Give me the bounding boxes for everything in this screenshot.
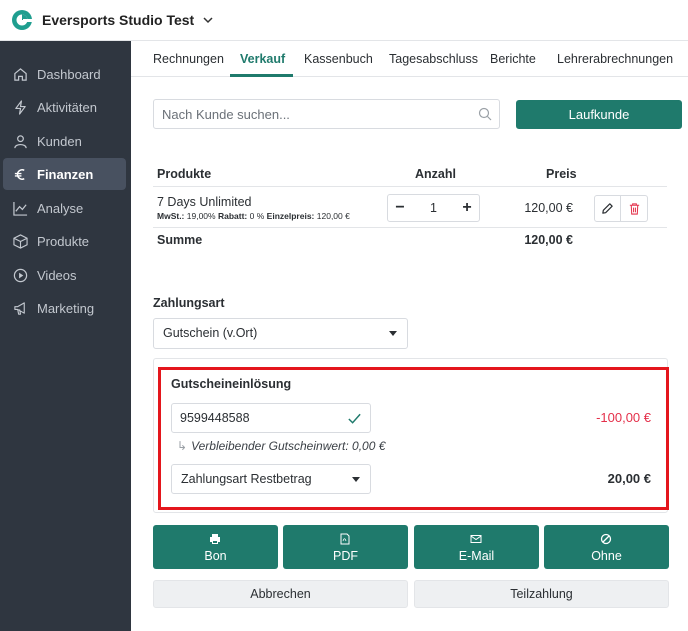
walk-in-customer-button[interactable]: Laufkunde: [516, 100, 682, 129]
pdf-icon: [340, 533, 350, 545]
payment-method-select[interactable]: Gutschein (v.Ort): [153, 318, 408, 349]
main-content: Rechnungen Verkauf Kassenbuch Tagesabsch…: [131, 41, 688, 631]
tab-tagesabschluss[interactable]: Tagesabschluss: [389, 41, 478, 77]
unit-price-value: 120,00 €: [316, 211, 350, 221]
play-icon: [13, 268, 28, 282]
sum-value: 120,00 €: [524, 233, 573, 247]
sidebar-item-marketing[interactable]: Marketing: [3, 292, 126, 324]
voucher-highlight-frame: [158, 367, 669, 510]
edit-row-button[interactable]: [594, 195, 621, 222]
sidebar-item-label: Marketing: [37, 300, 95, 316]
user-icon: [14, 134, 27, 148]
pdf-button[interactable]: PDF: [283, 525, 408, 569]
sidebar-item-aktivitaeten[interactable]: Aktivitäten: [3, 91, 126, 123]
no-entry-icon: [600, 533, 612, 545]
product-name: 7 Days Unlimited: [157, 195, 252, 209]
euro-icon: [14, 168, 25, 180]
column-header-product: Produkte: [157, 167, 212, 181]
sidebar-item-analyse[interactable]: Analyse: [3, 192, 126, 224]
sidebar-item-finanzen[interactable]: Finanzen: [3, 158, 126, 190]
decrease-quantity-button[interactable]: −: [388, 195, 412, 221]
sum-label: Summe: [157, 233, 203, 247]
sidebar-item-label: Videos: [37, 267, 77, 283]
payment-method-value: Gutschein (v.Ort): [163, 326, 258, 340]
payment-method-label: Zahlungsart: [153, 296, 225, 310]
cancel-button[interactable]: Abbrechen: [153, 580, 408, 608]
unit-price-label: Einzelpreis:: [266, 211, 315, 221]
vat-label: MwSt.:: [157, 211, 185, 221]
quantity-value[interactable]: 1: [412, 195, 455, 221]
product-meta: MwSt.: 19,00% Rabatt: 0 % Einzelpreis: 1…: [157, 211, 350, 221]
sidebar-item-label: Analyse: [37, 200, 84, 216]
row-price: 120,00 €: [524, 201, 573, 215]
tab-berichte[interactable]: Berichte: [490, 41, 536, 77]
column-header-quantity: Anzahl: [415, 167, 456, 181]
receipt-button-label: Bon: [204, 549, 227, 563]
sidebar-item-dashboard[interactable]: Dashboard: [3, 58, 126, 90]
sidebar: Dashboard Aktivitäten Kunden Finanzen An…: [0, 41, 131, 631]
discount-label: Rabatt:: [217, 211, 248, 221]
printer-icon: [210, 534, 220, 544]
studio-name[interactable]: Eversports Studio Test: [42, 12, 194, 28]
megaphone-icon: [14, 301, 25, 315]
sidebar-item-produkte[interactable]: Produkte: [3, 225, 126, 257]
tab-kassenbuch[interactable]: Kassenbuch: [304, 41, 373, 77]
customer-search: [153, 99, 500, 129]
caret-down-icon: [389, 331, 397, 336]
tab-bar: Rechnungen Verkauf Kassenbuch Tagesabsch…: [131, 41, 688, 77]
email-button-label: E-Mail: [458, 549, 495, 563]
sidebar-item-label: Finanzen: [37, 166, 94, 182]
vat-value: 19,00%: [186, 211, 216, 221]
tab-rechnungen[interactable]: Rechnungen: [153, 41, 224, 77]
home-icon: [14, 67, 27, 81]
table-divider: [153, 186, 667, 187]
chevron-down-icon[interactable]: [202, 14, 214, 26]
sidebar-item-videos[interactable]: Videos: [3, 259, 126, 291]
pencil-icon: [602, 203, 613, 214]
partial-payment-button[interactable]: Teilzahlung: [414, 580, 669, 608]
email-button[interactable]: E-Mail: [414, 525, 539, 569]
active-tab-indicator: [230, 74, 293, 77]
lightning-icon: [15, 99, 26, 115]
eversports-logo-icon: [12, 10, 33, 30]
tab-lehrerabrechnungen[interactable]: Lehrerabrechnungen: [557, 41, 673, 77]
column-header-price: Preis: [546, 167, 577, 181]
customer-search-input[interactable]: [162, 100, 462, 128]
chart-line-icon: [13, 201, 28, 216]
box-icon: [13, 233, 28, 249]
mail-icon: [470, 535, 482, 543]
no-receipt-button-label: Ohne: [591, 549, 622, 563]
search-icon[interactable]: [478, 107, 492, 121]
delete-row-button[interactable]: [621, 195, 648, 222]
sidebar-item-label: Kunden: [37, 133, 82, 149]
receipt-button[interactable]: Bon: [153, 525, 278, 569]
increase-quantity-button[interactable]: +: [455, 195, 479, 221]
tab-verkauf[interactable]: Verkauf: [240, 41, 285, 77]
pdf-button-label: PDF: [333, 549, 358, 563]
discount-value: 0 %: [249, 211, 265, 221]
sidebar-item-kunden[interactable]: Kunden: [3, 125, 126, 157]
table-divider: [153, 227, 667, 228]
trash-icon: [629, 203, 639, 215]
top-bar: Eversports Studio Test: [0, 0, 688, 41]
quantity-stepper: − 1 +: [387, 194, 480, 222]
sidebar-item-label: Aktivitäten: [37, 99, 97, 115]
sidebar-item-label: Dashboard: [37, 66, 101, 82]
no-receipt-button[interactable]: Ohne: [544, 525, 669, 569]
sidebar-item-label: Produkte: [37, 233, 90, 249]
